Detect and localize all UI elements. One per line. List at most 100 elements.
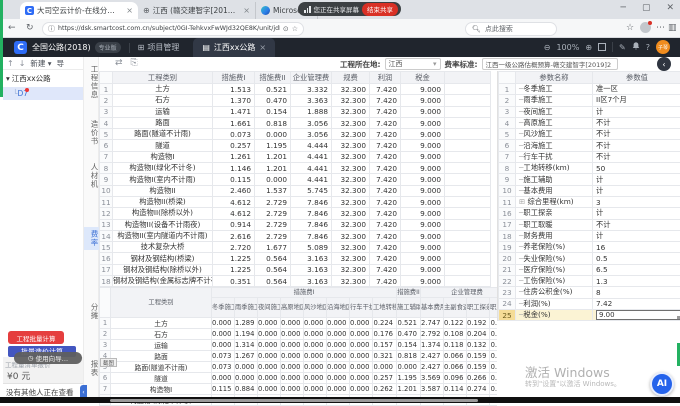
search-box[interactable]: 🔍︎ 点此搜索 [465,22,557,36]
export-icon[interactable]: ⎘ [131,58,138,68]
close-document-icon[interactable]: × [259,43,266,52]
location-select[interactable]: 江西 ▾ [385,58,441,70]
param-row[interactable]: 3─夜间施工计 [499,106,680,117]
param-row[interactable]: 22─工伤保险(%)1.3 [499,276,680,287]
detail-table-row[interactable]: 6隧道0.0000.0000.0000.0000.0000.0000.0000.… [100,373,498,384]
fee-table-row[interactable]: 4路面1.6610.8183.05632.3007.4209.000 [100,117,491,128]
param-row[interactable]: 24─利润(%)7.42 [499,298,680,309]
fee-table-row[interactable]: 5路面(隧道不计雨)0.0730.0003.05632.3007.4209.00… [100,129,491,140]
document-tab[interactable]: ▤ 江西xx公路 × [193,38,275,57]
maximize-icon[interactable]: ▢ [642,3,651,13]
new-button[interactable]: 新建 ▾ [30,58,51,69]
edit-icon[interactable]: ✎ [619,43,626,52]
param-row[interactable]: 25─税金(%)9.00 [499,309,680,320]
tab-title: 江西 (赣交建智字[2019]23号) [153,5,239,16]
fullscreen-icon[interactable] [598,43,606,51]
param-row[interactable]: 8─工地转移(km)50 [499,163,680,174]
project-manage-button[interactable]: ⊞ 项目管理 [138,42,180,53]
param-row[interactable]: 6─沿海施工不计 [499,140,680,151]
close-tab-icon[interactable]: × [241,6,250,15]
chevron-down-icon[interactable]: ▾ [6,74,10,83]
fee-table-row[interactable]: 18钢材及钢结构(金属标志牌不计夜)0.3510.5643.16332.3007… [100,276,491,287]
refresh-icon[interactable]: ↻ [26,23,34,33]
bookmark-star-icon[interactable]: ☆ [292,25,298,33]
fee-table-row[interactable]: 10构造物II2.4601.5375.74532.3007.4209.000 [100,185,491,196]
param-row[interactable]: 23─住房公积金(%)8 [499,287,680,298]
notification-bell-icon[interactable] [632,42,640,52]
fee-table-row[interactable]: 2石方1.3700.4703.36332.3007.4209.000 [100,95,491,106]
fee-table-row[interactable]: 17钢材及钢结构(除桥以外)1.2250.5643.16332.3007.420… [100,264,491,275]
param-row[interactable]: 9─施工辅助计 [499,174,680,185]
swap-icon[interactable]: ⇄ [115,58,123,68]
vtab-3[interactable]: 人材机 [84,160,100,192]
stop-sharing-button[interactable]: 结束共享 [362,3,398,16]
browser-profile-avatar[interactable] [640,22,651,33]
fee-table-row[interactable]: 16钢材及钢结构(桥梁)1.2250.5643.16332.3007.4209.… [100,253,491,264]
zoom-out-icon[interactable]: ⊖ [544,43,551,52]
more-menu-icon[interactable]: ⋯ [656,23,665,33]
tree-root-item[interactable]: ▾ 江西xx公路 [3,70,83,87]
detail-table-row[interactable]: 2石方0.0001.1940.0000.0000.0000.0000.0000.… [100,329,498,340]
vtab-6[interactable]: 报表 [84,357,100,380]
vtab-1[interactable]: 工程信息 [84,62,100,102]
param-row[interactable]: 2─雨季施工II区7个月 [499,95,680,106]
move-down-icon[interactable]: ↓ [19,59,26,68]
back-icon[interactable]: ← [8,23,16,33]
fee-table-row[interactable]: 6隧道0.2571.1954.44432.3007.4209.000 [100,140,491,151]
zoom-in-icon[interactable]: ⊕ [585,43,592,52]
fee-table-row[interactable]: 7构造物I1.2611.2014.44132.3007.4209.000 [100,151,491,162]
move-up-icon[interactable]: ↑ [7,59,14,68]
standard-input[interactable]: 江西一级公路估概预算-赣交建智字[2019]2 [482,58,618,70]
fee-table-row[interactable]: 1土方1.5130.5213.33232.3007.4209.000 [100,84,491,95]
horizontal-scrollbar-thumb[interactable] [110,399,478,403]
param-row[interactable]: 10─基本费用计 [499,185,680,196]
param-row[interactable]: 17─职工取暖不计 [499,219,680,230]
detail-table-row[interactable]: 4路面0.0731.2670.0000.0000.0000.0000.0000.… [100,351,498,362]
fee-table-row[interactable]: 3运输1.4710.1541.88832.3007.4209.000 [100,106,491,117]
vtab-4[interactable]: 费率 [84,227,100,250]
param-row[interactable]: 4─高原施工不计 [499,117,680,128]
favorites-icon[interactable]: ☆ [626,23,634,33]
param-row[interactable]: 16─职工探亲计 [499,208,680,219]
sidebar-panel-icon[interactable]: ▥ [668,23,677,33]
import-button[interactable]: 导 [57,58,65,69]
fee-table-row[interactable]: 13构造物II(设备不计雨夜)0.9142.7297.84632.3007.42… [100,219,491,230]
fee-table-row[interactable]: 15技术复杂大桥2.7201.6775.08932.3007.4209.000 [100,242,491,253]
param-row[interactable]: 20─失业保险(%)0.5 [499,253,680,264]
close-window-icon[interactable]: ✕ [666,3,674,13]
param-row[interactable]: 7─行车干扰不计 [499,151,680,162]
detail-table-row[interactable]: 5路面(隧道不计雨)0.0730.0000.0000.0000.0000.000… [100,362,498,373]
param-row[interactable]: 1─冬季施工准一区 [499,84,680,95]
help-icon[interactable]: ? [646,43,650,52]
detail-table-row[interactable]: 7构造物I0.1150.8840.0000.0000.0000.0000.000… [100,384,498,395]
user-avatar[interactable]: 子琴 [656,40,670,54]
fee-table-row[interactable]: 11构造物II(桥梁)4.6122.7297.84632.3007.4209.0… [100,196,491,207]
param-value-input[interactable]: 9.00 [596,310,680,320]
app-logo[interactable]: C [14,41,27,54]
vtab-5[interactable]: 分摊 [84,300,100,323]
ai-assistant-button[interactable]: AI [650,372,674,396]
browser-tab-1[interactable]: C 大司空云计价-在线分享、数字协 × [20,2,138,19]
site-info-icon[interactable]: ⓘ [48,24,55,34]
detail-table-row[interactable]: 1土方0.0001.2890.0000.0000.0000.0000.0000.… [100,318,498,329]
fee-table-row[interactable]: 14构造物II(室内隧道内不计雨)2.6162.7297.84632.3007.… [100,230,491,241]
fee-table-row[interactable]: 12构造物II(除桥以外)4.6122.7297.84632.3007.4209… [100,208,491,219]
close-tab-icon[interactable]: × [124,6,133,15]
param-row[interactable]: 19─养老保险(%)16 [499,242,680,253]
browser-tab-2[interactable]: ⊕ 江西 (赣交建智字[2019]23号) × [138,2,256,19]
param-row[interactable]: 21─医疗保险(%)6.5 [499,264,680,275]
read-aloud-icon[interactable]: ⊙ [283,25,289,33]
window-controls[interactable]: ─ ▢ ✕ [621,3,674,13]
detail-table-row[interactable]: 3运输0.0001.3140.0000.0000.0000.0000.0000.… [100,340,498,351]
param-row[interactable]: 5─风沙施工不计 [499,129,680,140]
vtab-2[interactable]: 造价书 [84,117,100,149]
address-bar[interactable]: ⓘ https://dsk.smartcost.com.cn/subject/0… [42,22,304,36]
panel-collapse-button[interactable]: ‹ [657,57,671,71]
tree-child-item-selected[interactable]: └D7 [3,87,83,100]
clock-icon: ◷ [28,354,34,362]
fee-table-row[interactable]: 9构造物I(室内不计雨)0.1150.0004.44132.3007.4209.… [100,174,491,185]
minimize-icon[interactable]: ─ [621,3,626,13]
param-row[interactable]: 11⊞ 综合里程(km)3 [499,196,680,207]
fee-table-row[interactable]: 8构造物I(绿化不计冬)1.1461.2014.44132.3007.4209.… [100,163,491,174]
param-row[interactable]: 18─财务费用计 [499,230,680,241]
